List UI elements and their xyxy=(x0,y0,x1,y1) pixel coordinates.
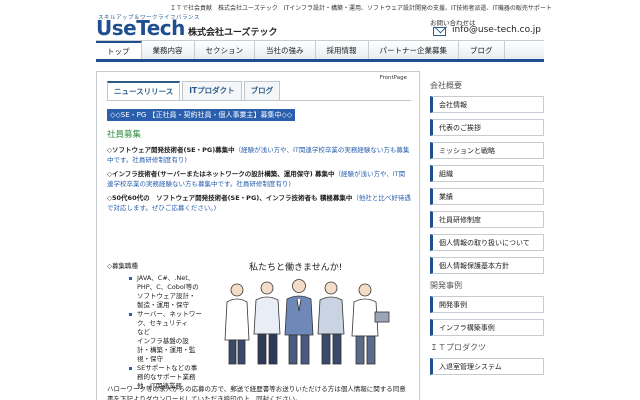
sidebar-item[interactable]: インフラ構築事例 xyxy=(430,319,544,336)
job-title: ◇ソフトウェア開発技術者(SE・PG)募集中 xyxy=(107,146,235,154)
nav-item-recruit[interactable]: 採用情報 xyxy=(316,41,369,59)
nav-item-strengths[interactable]: 当社の強み xyxy=(255,41,316,59)
sidebar-item[interactable]: ミッションと戦略 xyxy=(430,142,544,159)
sidebar-item[interactable]: 個人情報保護基本方針 xyxy=(430,257,544,274)
field-list-item: PHP、C、Cobol等の xyxy=(137,283,199,291)
sidebar: 会社概要会社情報代表のご挨拶 ミッションと戦略 組織業績社員研修制度 個人情報の取り扱… xyxy=(430,80,544,381)
sidebar-item[interactable]: 業績 xyxy=(430,188,544,205)
field-list-item: インフラ基盤の設 xyxy=(137,337,189,345)
content-tabs: ニュースリリース ITプロダクト ブログ xyxy=(107,81,281,100)
nav-item-section[interactable]: セクション xyxy=(195,41,255,59)
job-item: ◇50代60代の ソフトウェア開発技術者(SE・PG)、インフラ技術者も 積極募… xyxy=(107,194,411,213)
sidebar-item[interactable]: 会社情報 xyxy=(430,96,544,113)
job-title: ◇50代60代の ソフトウェア開発技術者(SE・PG)、インフラ技術者も 積極募… xyxy=(107,194,353,202)
people-illustration xyxy=(224,279,390,365)
job-fields: ◇募集職種 JAVA、C#、.Net、 PHP、C、Cobol等の ソフトウェア設計… xyxy=(107,260,407,390)
field-list-item: ク、セキュリティ xyxy=(137,319,189,327)
bottom-notice: ハローワーク等の求人からの応募の方で、郵送で経歴書等お送りいただける方は個人情報… xyxy=(107,385,406,400)
sidebar-item[interactable]: 個人情報の取り扱いについて xyxy=(430,234,544,251)
nav-item-blog[interactable]: ブログ xyxy=(459,41,505,59)
sidebar-group-heading: 開発事例 xyxy=(430,281,462,290)
field-list: JAVA、C#、.Net、 PHP、C、Cobol等の ソフトウェア設計・ 製造・運用… xyxy=(129,274,211,391)
nav-item-services[interactable]: 業務内容 xyxy=(142,41,195,59)
illustration-caption: 私たちと働きませんか! xyxy=(249,263,343,273)
field-list-item: SEサポートなどの事 xyxy=(129,364,211,373)
field-list-item: 計・構築・運用・監 xyxy=(137,346,196,354)
field-list-item: など xyxy=(137,328,150,336)
tab-news-release[interactable]: ニュースリリース xyxy=(107,81,181,100)
sidebar-item[interactable]: 開発事例 xyxy=(430,296,544,313)
section-title: 社員募集 xyxy=(107,130,142,140)
job-item: ◇インフラ技術者(サーバーまたはネットワークの設計構築、運用保守) 募集中（経験… xyxy=(107,170,411,189)
job-title: ◇インフラ技術者(サーバーまたはネットワークの設計構築、運用保守) 募集中 xyxy=(107,170,335,178)
nav-item-partners[interactable]: パートナー企業募集 xyxy=(369,41,459,59)
field-list-item: 製造・運用・保守 xyxy=(137,301,189,309)
sidebar-group-heading: 会社概要 xyxy=(430,81,462,90)
company-name: 株式会社ユーズテック xyxy=(188,28,278,38)
staff-illustration: 私たちと働きませんか! xyxy=(219,260,399,368)
mail-icon xyxy=(433,27,446,36)
job-item: ◇ソフトウェア開発技術者(SE・PG)募集中（経験が浅い方や、IT関連学校卒業の… xyxy=(107,146,411,165)
recruit-highlight-banner: ◇◇SE・PG 【正社員・契約社員・個人事業主】募集中◇◇ xyxy=(107,109,296,121)
sidebar-group-heading: ＩＴプロダクツ xyxy=(430,343,486,352)
usetech-logo[interactable]: UseTech xyxy=(96,16,185,40)
field-list-item: 視・保守 xyxy=(137,355,163,363)
sidebar-item[interactable]: 組織 xyxy=(430,165,544,182)
field-list-item: JAVA、C#、.Net、 xyxy=(129,274,211,283)
sidebar-item[interactable]: 代表のご挨拶 xyxy=(430,119,544,136)
news-panel: ◇◇SE・PG 【正社員・契約社員・個人事業主】募集中◇◇ 社員募集 ◇ソフトウ… xyxy=(107,100,411,218)
sidebar-item[interactable]: 社員研修制度 xyxy=(430,211,544,228)
frontpage-label: FrontPage xyxy=(379,75,407,81)
contact-email-link[interactable]: info@use-tech.co.jp xyxy=(452,25,541,35)
main-nav: トップ 業務内容 セクション 当社の強み 採用情報 パートナー企業募集 ブログ xyxy=(96,40,544,62)
field-list-item: サーバー、ネットワー xyxy=(129,310,211,319)
header-tagline: ＩＴで社会貢献 株式会社ユーズテック ITインフラ設計・構築・運用、ソフトウェア… xyxy=(170,5,552,12)
tab-it-product[interactable]: ITプロダクト xyxy=(182,81,242,100)
field-list-item: 務的なサポート業務 xyxy=(137,373,196,381)
nav-item-top[interactable]: トップ xyxy=(96,41,142,59)
field-list-item: ソフトウェア設計・ xyxy=(137,292,196,300)
sidebar-item[interactable]: 入退室管理システム xyxy=(430,358,544,375)
main-content: FrontPage ニュースリリース ITプロダクト ブログ ◇◇SE・PG 【… xyxy=(96,71,420,400)
tab-blog[interactable]: ブログ xyxy=(243,81,281,100)
